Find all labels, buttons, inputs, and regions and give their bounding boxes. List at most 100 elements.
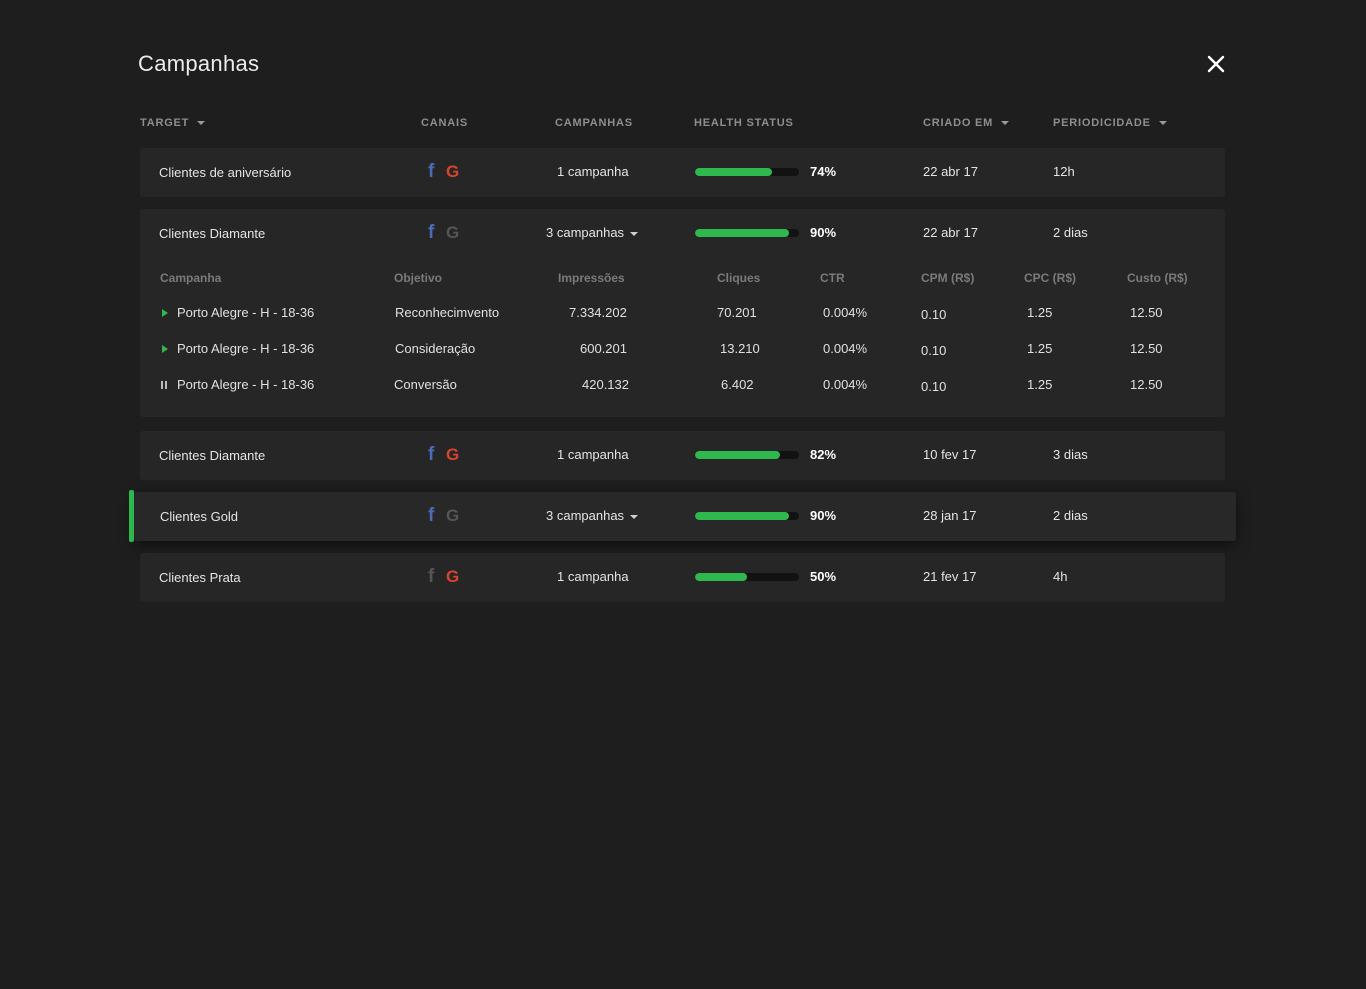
sub-objetivo: Conversão [394,377,457,392]
sub-campanha[interactable]: Porto Alegre - H - 18-36 [177,305,314,320]
google-icon: G [446,445,460,464]
periodicity: 4h [1053,569,1068,584]
header-health-label: HEALTH STATUS [694,117,794,129]
row-target: Clientes Gold [160,509,239,524]
sub-custo: 12.50 [1130,341,1163,356]
health-bar [695,168,799,176]
sub-header-impressoes: Impressões [558,271,625,285]
campaign-count: 1 campanha [557,447,629,462]
row-target: Clientes Diamante [159,226,266,241]
health-percent: 50% [810,569,837,584]
facebook-icon: f [428,505,435,526]
created-date: 22 abr 17 [923,225,978,240]
sub-impressoes: 7.334.202 [569,305,627,320]
campaign-count: 1 campanha [557,569,629,584]
campaign-count-dropdown[interactable]: 3 campanhas [546,225,639,240]
sub-header-cliques: Cliques [717,271,761,285]
sub-header-custo: Custo (R$) [1127,271,1188,285]
health-percent: 90% [810,225,837,240]
health-percent: 90% [810,508,837,523]
health-bar-fill [695,451,781,459]
header-target-label: TARGET [140,117,190,129]
chevron-down-icon [630,231,639,236]
health-bar-fill [695,512,789,520]
google-icon: G [446,506,460,525]
sub-cpc: 1.25 [1027,305,1053,320]
sort-caret-icon [1158,121,1167,125]
selected-indicator [129,490,134,542]
sub-objetivo: Consideração [395,341,476,356]
facebook-icon: f [428,161,435,182]
sort-caret-icon [1001,121,1010,125]
google-icon: G [446,162,460,181]
header-campanhas-label: CAMPANHAS [555,117,633,129]
header-canais: CANAIS [421,116,468,130]
sub-cliques: 6.402 [721,377,754,392]
play-icon[interactable] [162,345,168,353]
created-date: 10 fev 17 [923,447,977,462]
chevron-down-icon [630,514,639,519]
periodicity: 12h [1053,164,1075,179]
sub-cpm: 0.10 [921,343,947,358]
pause-icon[interactable] [161,381,167,389]
sub-objetivo: Reconhecimvento [395,305,500,320]
sub-impressoes: 420.132 [582,377,629,392]
sub-header-cpm: CPM (R$) [921,271,975,285]
health-percent: 74% [810,164,837,179]
health-bar [695,512,799,520]
sub-campanha[interactable]: Porto Alegre - H - 18-36 [177,341,314,356]
sub-header-campanha: Campanha [160,271,222,285]
row-target: Clientes de aniversário [159,165,292,180]
google-icon: G [446,567,460,586]
header-periodicidade[interactable]: PERIODICIDADE [1053,116,1167,130]
row-target: Clientes Prata [159,570,241,585]
sub-cpm: 0.10 [921,379,947,394]
sub-cpc: 1.25 [1027,341,1053,356]
sub-ctr: 0.004% [823,377,868,392]
sub-cpc: 1.25 [1027,377,1053,392]
sub-header-objetivo: Objetivo [394,271,443,285]
page-title: Campanhas [138,51,260,76]
health-bar [695,229,799,237]
created-date: 21 fev 17 [923,569,977,584]
sub-cliques: 70.201 [717,305,757,320]
facebook-icon: f [428,566,435,587]
google-icon: G [446,223,460,242]
header-canais-label: CANAIS [421,117,468,129]
periodicity: 2 dias [1053,508,1088,523]
campaign-count-label: 3 campanhas [546,508,625,523]
sub-cpm: 0.10 [921,307,947,322]
sub-custo: 12.50 [1130,377,1163,392]
close-icon[interactable] [1204,52,1228,76]
sub-custo: 12.50 [1130,305,1163,320]
campaign-count-dropdown[interactable]: 3 campanhas [546,508,639,523]
play-icon[interactable] [162,309,168,317]
created-date: 22 abr 17 [923,164,978,179]
header-criado-em[interactable]: CRIADO EM [923,116,1010,130]
health-percent: 82% [810,447,837,462]
header-periodicidade-label: PERIODICIDADE [1053,117,1151,129]
header-health-status: HEALTH STATUS [694,116,794,130]
facebook-icon: f [428,444,435,465]
header-target[interactable]: TARGET [140,116,206,130]
sub-impressoes: 600.201 [580,341,627,356]
periodicity: 3 dias [1053,447,1088,462]
health-bar-fill [695,573,747,581]
sub-header-ctr: CTR [820,271,845,285]
periodicity: 2 dias [1053,225,1088,240]
row-target: Clientes Diamante [159,448,266,463]
sub-ctr: 0.004% [823,341,868,356]
header-criado-label: CRIADO EM [923,117,994,129]
sub-header-cpc: CPC (R$) [1024,271,1077,285]
sub-campanha[interactable]: Porto Alegre - H - 18-36 [177,377,314,392]
header-campanhas: CAMPANHAS [555,116,633,130]
health-bar-fill [695,229,789,237]
campaign-count: 1 campanha [557,164,629,179]
created-date: 28 jan 17 [923,508,977,523]
health-bar-fill [695,168,772,176]
facebook-icon: f [428,222,435,243]
health-bar [695,451,799,459]
health-bar [695,573,799,581]
sort-caret-icon [197,121,206,125]
campaign-count-label: 3 campanhas [546,225,625,240]
